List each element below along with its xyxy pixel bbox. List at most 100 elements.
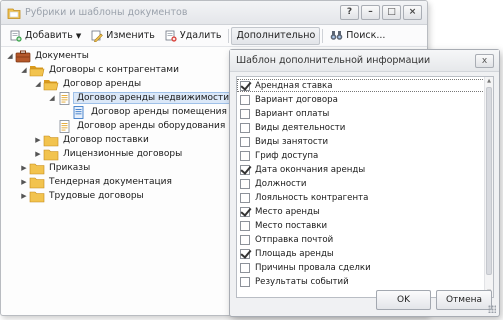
folder-icon <box>43 149 59 160</box>
checkbox[interactable] <box>240 234 250 245</box>
chevron-down-icon: ▼ <box>75 31 82 40</box>
expander-icon[interactable]: ◢ <box>33 80 43 88</box>
checkbox[interactable] <box>240 122 250 133</box>
list-item-label: Арендная ставка <box>255 80 333 91</box>
list-item-label: Результаты событий <box>255 276 349 287</box>
add-icon <box>10 30 22 42</box>
tree-item-premises-lease[interactable]: Договор аренды помещения <box>71 105 227 119</box>
dialog-title: Шаблон дополнительной информации <box>236 55 431 66</box>
tree-item-label: Договор аренды помещения <box>91 107 227 117</box>
maximize-button[interactable]: □ <box>382 5 401 20</box>
list-item-label: Причины провала сделки <box>255 262 371 273</box>
expander-collapsed-icon[interactable]: ▶ <box>33 136 43 144</box>
tree-item-real-estate-lease[interactable]: ◢ Договор аренды недвижимости <box>47 91 234 105</box>
list-item[interactable]: Арендная ставка <box>237 79 485 92</box>
tree-item-label: Тендерная документация <box>49 177 172 187</box>
checkbox[interactable] <box>240 220 250 231</box>
checkbox[interactable] <box>240 94 250 105</box>
tree-item-label: Документы <box>35 51 89 61</box>
tree-item-label: Договоры с контрагентами <box>49 65 179 75</box>
checkbox[interactable] <box>240 192 250 203</box>
tree-item-tender-docs[interactable]: ▶ Тендерная документация <box>19 175 172 189</box>
expander-collapsed-icon[interactable]: ▶ <box>33 150 43 158</box>
app-icon <box>7 8 21 19</box>
delete-button[interactable]: Удалить <box>160 27 227 45</box>
tree-item-license-contracts[interactable]: ▶ Лицензионные договоры <box>33 147 182 161</box>
template-dialog: Шаблон дополнительной информации x Аренд… <box>229 49 500 317</box>
list-item[interactable]: Дата окончания аренды <box>237 163 485 176</box>
expander-collapsed-icon[interactable]: ▶ <box>19 192 29 200</box>
list-item[interactable]: Виды занятости <box>237 135 485 148</box>
edit-icon <box>91 30 104 42</box>
tree-item-documents[interactable]: ◢ Документы <box>5 49 89 63</box>
toolbar-separator <box>228 28 230 43</box>
resize-grip-icon[interactable] <box>488 305 496 313</box>
dialog-close-button[interactable]: x <box>475 54 494 68</box>
tree-item-contracts[interactable]: ◢ Договоры с контрагентами <box>19 63 179 77</box>
binoculars-icon <box>330 31 343 40</box>
checkbox[interactable] <box>240 178 250 189</box>
delete-icon <box>165 30 177 42</box>
expander-icon[interactable]: ◢ <box>19 66 29 74</box>
title-bar: Рубрики и шаблоны документов ? – □ × <box>1 1 427 25</box>
edit-button[interactable]: Изменить <box>86 27 160 45</box>
checkbox[interactable] <box>240 276 250 287</box>
close-button[interactable]: × <box>403 5 422 20</box>
checkbox[interactable] <box>240 80 250 91</box>
expander-icon[interactable]: ◢ <box>5 52 15 60</box>
cancel-button[interactable]: Отмена <box>436 290 492 310</box>
help-button[interactable]: ? <box>340 5 359 20</box>
list-item[interactable]: Вариант договора <box>237 93 485 106</box>
minimize-button[interactable]: – <box>361 5 380 20</box>
delete-label: Удалить <box>179 30 222 41</box>
list-item[interactable]: Вариант оплаты <box>237 107 485 120</box>
search-button[interactable]: Поиск... <box>325 27 390 45</box>
list-item[interactable]: Лояльность контрагента <box>237 191 485 204</box>
checkbox[interactable] <box>240 108 250 119</box>
tree-item-label: Договор аренды недвижимости <box>73 92 234 104</box>
checkbox[interactable] <box>240 248 250 259</box>
folder-open-icon <box>43 79 59 90</box>
list-item[interactable]: Виды деятельности <box>237 121 485 134</box>
expander-icon[interactable]: ◢ <box>47 94 57 102</box>
list-item[interactable]: Место поставки <box>237 219 485 232</box>
toolbar: Добавить ▼ Изменить Удалить Дополнительн… <box>1 25 427 47</box>
tree-item-orders[interactable]: ▶ Приказы <box>19 161 90 175</box>
checkbox[interactable] <box>240 206 250 217</box>
list-item[interactable]: Отправка почтой <box>237 233 485 246</box>
scroll-up-icon[interactable]: ▲ <box>485 77 493 86</box>
list-item-label: Вариант оплаты <box>255 108 330 119</box>
ok-button[interactable]: OK <box>376 290 431 310</box>
tree-item-supply-contract[interactable]: ▶ Договор поставки <box>33 133 149 147</box>
checkbox[interactable] <box>240 262 250 273</box>
vertical-scrollbar[interactable]: ▲ ▼ <box>484 77 493 297</box>
checkbox[interactable] <box>240 136 250 147</box>
add-label: Добавить <box>25 30 73 41</box>
extra-button[interactable]: Дополнительно <box>231 26 321 45</box>
tree-item-lease-contract[interactable]: ◢ Договор аренды <box>33 77 141 91</box>
tree-item-employment-contracts[interactable]: ▶ Трудовые договоры <box>19 189 144 203</box>
list-item-label: Виды занятости <box>255 136 329 147</box>
extra-label: Дополнительно <box>236 30 316 41</box>
expander-collapsed-icon[interactable]: ▶ <box>19 178 29 186</box>
tree-item-label: Договор аренды оборудования <box>77 121 226 131</box>
list-item[interactable]: Причины провала сделки <box>237 261 485 274</box>
folder-icon <box>43 135 59 146</box>
list-item[interactable]: Место аренды <box>237 205 485 218</box>
list-item-label: Дата окончания аренды <box>255 164 366 175</box>
edit-label: Изменить <box>106 30 155 41</box>
checkbox[interactable] <box>240 150 250 161</box>
list-item[interactable]: Гриф доступа <box>237 149 485 162</box>
field-checklist[interactable]: Арендная ставка Вариант договора Вариант… <box>236 76 494 298</box>
expander-collapsed-icon[interactable]: ▶ <box>19 164 29 172</box>
add-button[interactable]: Добавить ▼ <box>5 27 86 45</box>
search-label: Поиск... <box>346 30 386 41</box>
tree-item-equipment-lease[interactable]: Договор аренды оборудования <box>57 119 225 133</box>
list-item-label: Виды деятельности <box>255 122 346 133</box>
list-item[interactable]: Должности <box>237 177 485 190</box>
dialog-title-bar: Шаблон дополнительной информации x <box>230 50 499 72</box>
scrollbar-thumb[interactable] <box>486 87 492 275</box>
list-item[interactable]: Площадь аренды <box>237 247 485 260</box>
list-item[interactable]: Результаты событий <box>237 275 485 288</box>
checkbox[interactable] <box>240 164 250 175</box>
